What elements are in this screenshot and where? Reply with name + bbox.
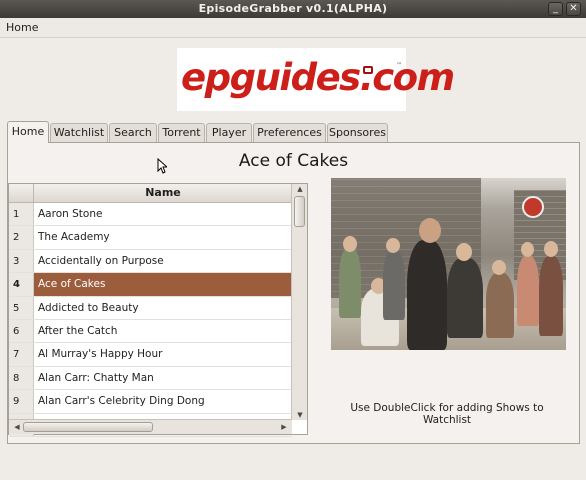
- person-head: [544, 241, 558, 257]
- horizontal-scrollbar[interactable]: ◀ ▶: [9, 419, 292, 434]
- row-number: 5: [9, 296, 34, 319]
- person: [517, 256, 539, 326]
- stop-sign: [522, 196, 544, 218]
- vertical-scrollbar[interactable]: ▲ ▼: [291, 184, 307, 420]
- show-name[interactable]: After the Catch: [34, 320, 292, 342]
- tab-torrent[interactable]: Torrent: [158, 123, 205, 142]
- tv-icon: [363, 66, 373, 74]
- name-column-header[interactable]: Name: [34, 184, 292, 203]
- table-body: 1 Aaron Stone 2 The Academy 3 Accidentally on…: [9, 203, 292, 437]
- tab-preferences[interactable]: Preferences: [253, 123, 326, 142]
- epguides-logo: epguides.com ™: [177, 48, 455, 111]
- tab-watchlist[interactable]: Watchlist: [50, 123, 108, 142]
- close-button[interactable]: ✕: [566, 2, 581, 16]
- scroll-down-icon[interactable]: ▼: [293, 411, 307, 419]
- table-row[interactable]: 4 Ace of Cakes: [9, 273, 292, 297]
- person-head: [386, 238, 400, 253]
- row-number: 2: [9, 226, 34, 249]
- person-head: [492, 260, 506, 275]
- shows-table: Name 1 Aaron Stone 2 The Academy 3 Accidental…: [8, 183, 308, 437]
- person-head: [521, 242, 534, 257]
- person: [447, 258, 483, 338]
- person-head: [419, 218, 441, 243]
- row-number: 6: [9, 319, 34, 343]
- table-row[interactable]: 9 Alan Carr's Celebrity Ding Dong: [9, 390, 292, 414]
- logo-text: epguides.com: [181, 56, 455, 99]
- show-name[interactable]: Addicted to Beauty: [34, 297, 292, 319]
- row-number: 8: [9, 366, 34, 390]
- table-row[interactable]: 3 Accidentally on Purpose: [9, 249, 292, 274]
- row-number-header: [9, 184, 34, 203]
- person: [383, 250, 405, 320]
- table-row[interactable]: 8 Alan Carr: Chatty Man: [9, 366, 292, 391]
- horizontal-scroll-thumb[interactable]: [23, 422, 153, 432]
- table-row[interactable]: 1 Aaron Stone: [9, 203, 292, 227]
- person-head: [456, 243, 472, 261]
- show-name[interactable]: Accidentally on Purpose: [34, 250, 292, 272]
- trademark: ™: [396, 62, 402, 69]
- table-row[interactable]: 6 After the Catch: [9, 319, 292, 344]
- tab-home[interactable]: Home: [7, 121, 49, 143]
- mouse-cursor-icon: [157, 158, 167, 174]
- scroll-up-icon[interactable]: ▲: [293, 185, 307, 193]
- vertical-scroll-thumb[interactable]: [294, 196, 305, 227]
- row-number: 3: [9, 249, 34, 273]
- minimize-button[interactable]: _: [548, 2, 563, 16]
- window-title: EpisodeGrabber v0.1(ALPHA): [198, 2, 388, 15]
- tab-search[interactable]: Search: [109, 123, 157, 142]
- tab-player[interactable]: Player: [206, 123, 252, 142]
- person: [407, 240, 447, 350]
- table-row[interactable]: 7 Al Murray's Happy Hour: [9, 343, 292, 367]
- table-row[interactable]: 5 Addicted to Beauty: [9, 296, 292, 320]
- scroll-left-icon[interactable]: ◀: [10, 423, 24, 431]
- window-titlebar: EpisodeGrabber v0.1(ALPHA) _ ✕: [0, 0, 586, 18]
- show-image: [331, 178, 566, 350]
- row-number: 9: [9, 390, 34, 413]
- show-name[interactable]: Alan Carr's Celebrity Ding Dong: [34, 390, 292, 412]
- person: [539, 256, 563, 336]
- show-name[interactable]: Aaron Stone: [34, 203, 292, 225]
- scroll-right-icon[interactable]: ▶: [277, 423, 291, 431]
- row-number: 7: [9, 343, 34, 366]
- row-number: 4: [9, 273, 34, 296]
- show-name[interactable]: Al Murray's Happy Hour: [34, 343, 292, 365]
- person-head: [343, 236, 357, 252]
- show-title: Ace of Cakes: [238, 151, 349, 171]
- tab-sponsores[interactable]: Sponsores: [327, 123, 388, 142]
- show-name[interactable]: Alan Carr: Chatty Man: [34, 367, 292, 389]
- table-row[interactable]: 2 The Academy: [9, 226, 292, 250]
- person: [486, 273, 514, 338]
- show-name[interactable]: The Academy: [34, 226, 292, 248]
- hint-text: Use DoubleClick for adding Shows to Watc…: [350, 402, 544, 426]
- show-name[interactable]: Ace of Cakes: [34, 273, 292, 296]
- menu-home[interactable]: Home: [6, 21, 38, 34]
- person: [339, 248, 361, 318]
- menu-bar: Home: [0, 18, 586, 38]
- row-number: 1: [9, 203, 34, 226]
